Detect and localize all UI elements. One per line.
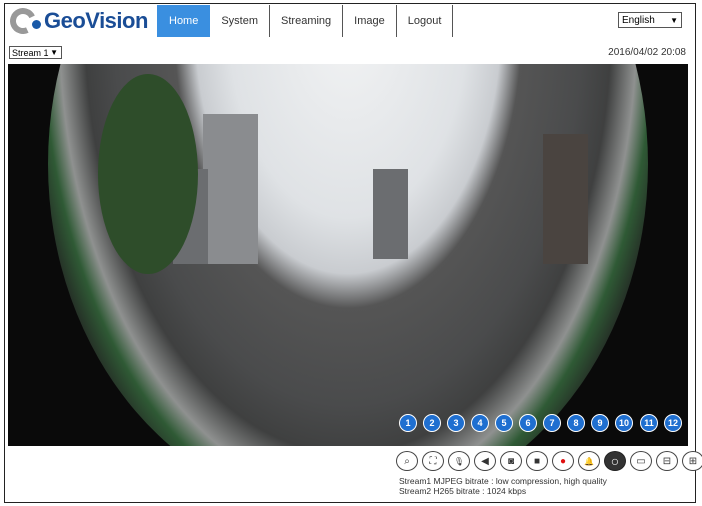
language-value: English xyxy=(622,14,655,26)
nav-image[interactable]: Image xyxy=(343,5,397,37)
callout-badge: 6 xyxy=(519,414,537,432)
fullscreen-button[interactable]: ⛶ xyxy=(422,451,444,471)
stream-select[interactable]: Stream 1 ▼ xyxy=(9,46,62,59)
building xyxy=(543,134,588,264)
nav-streaming[interactable]: Streaming xyxy=(270,5,344,37)
callout-badge: 11 xyxy=(640,414,658,432)
building xyxy=(203,114,258,264)
callout-badge: 8 xyxy=(567,414,585,432)
microphone-button[interactable]: 🎙 xyxy=(448,451,470,471)
live-video-view[interactable] xyxy=(8,64,688,446)
fullscreen-icon: ⛶ xyxy=(429,455,437,467)
building xyxy=(373,169,408,259)
callout-badge: 12 xyxy=(664,414,682,432)
callout-badge: 5 xyxy=(495,414,513,432)
chevron-down-icon: ▼ xyxy=(50,48,58,57)
panorama-view-icon: ⊟ xyxy=(662,455,672,467)
speaker-button[interactable]: ◀ xyxy=(474,451,496,471)
stop-icon: ■ xyxy=(533,455,541,467)
alarm-bell-icon: 🔔 xyxy=(584,456,594,466)
nav-logout[interactable]: Logout xyxy=(397,5,454,37)
ptz-camera-icon: ⌕ xyxy=(404,455,410,467)
ptz-button[interactable]: ⌕ xyxy=(396,451,418,471)
callout-badge: 2 xyxy=(423,414,441,432)
snapshot-button[interactable]: ◙ xyxy=(500,451,522,471)
chevron-down-icon: ▼ xyxy=(670,15,678,25)
language-select[interactable]: English ▼ xyxy=(618,12,682,28)
record-icon: ● xyxy=(559,455,567,467)
fisheye-view-icon: ○ xyxy=(610,453,620,469)
brand-name: GeoVision xyxy=(44,8,148,33)
stream-value: Stream 1 xyxy=(12,47,49,58)
control-bar: ⌕ ⛶ 🎙 ◀ ◙ ■ ● 🔔 ○ ▭ ⊟ ⊞ xyxy=(396,451,702,471)
callout-badge: 1 xyxy=(399,414,417,432)
record-button[interactable]: ● xyxy=(552,451,574,471)
callout-badge: 9 xyxy=(591,414,609,432)
callout-badge: 10 xyxy=(615,414,633,432)
callout-badge: 7 xyxy=(543,414,561,432)
panorama-view-button[interactable]: ⊟ xyxy=(656,451,678,471)
tree xyxy=(98,74,198,274)
geovision-logo: GeoVision xyxy=(6,4,148,38)
microphone-icon: 🎙 xyxy=(453,456,465,466)
callout-badge: 4 xyxy=(471,414,489,432)
quad-view-button[interactable]: ⊞ xyxy=(682,451,702,471)
stream-info: Stream1 MJPEG bitrate : low compression,… xyxy=(399,476,607,496)
stop-button[interactable]: ■ xyxy=(526,451,548,471)
nav-system[interactable]: System xyxy=(210,5,271,37)
single-view-button[interactable]: ▭ xyxy=(630,451,652,471)
nav-home[interactable]: Home xyxy=(157,5,211,37)
stream1-info: Stream1 MJPEG bitrate : low compression,… xyxy=(399,476,607,486)
snapshot-camera-icon: ◙ xyxy=(507,455,515,467)
alarm-button[interactable]: 🔔 xyxy=(578,451,600,471)
stream2-info: Stream2 H265 bitrate : 1024 kbps xyxy=(399,486,527,496)
fisheye-view-button[interactable]: ○ xyxy=(604,451,626,471)
single-view-icon: ▭ xyxy=(636,455,646,467)
speaker-icon: ◀ xyxy=(481,455,489,467)
datetime: 2016/04/02 20:08 xyxy=(608,47,686,58)
main-nav: Home System Streaming Image Logout xyxy=(157,5,454,37)
logo-dot xyxy=(32,20,41,29)
callout-badge: 3 xyxy=(447,414,465,432)
quad-view-icon: ⊞ xyxy=(688,455,698,467)
